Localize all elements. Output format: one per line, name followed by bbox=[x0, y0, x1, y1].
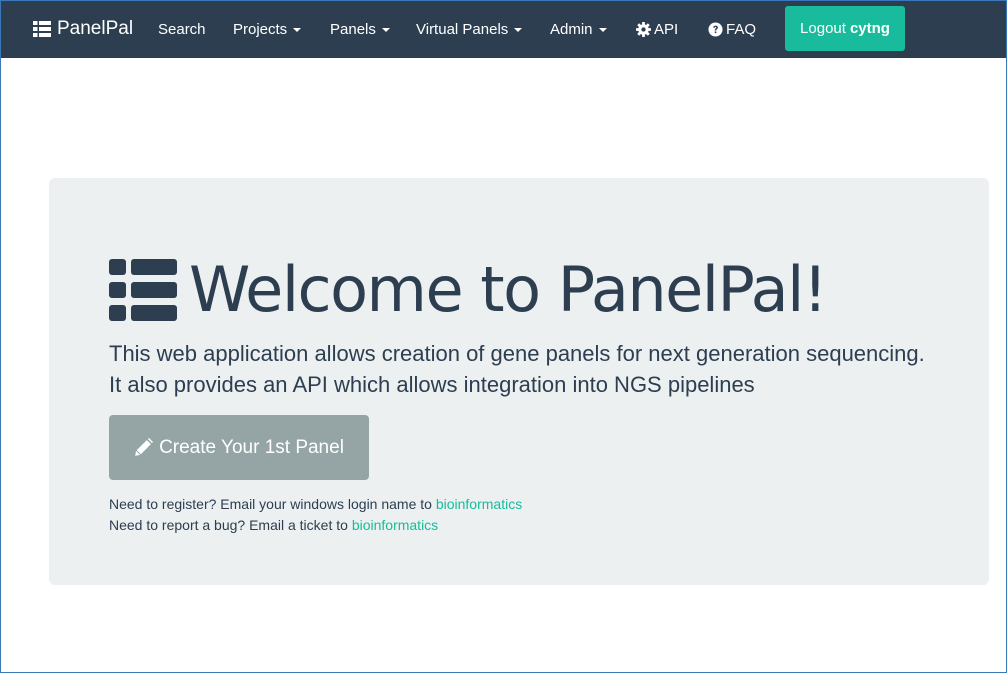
bug-note: Need to report a bug? Email a ticket to … bbox=[109, 517, 438, 533]
list-icon bbox=[33, 21, 51, 37]
pencil-icon bbox=[135, 438, 154, 456]
top-navbar: PanelPal Search Projects Panels Virtual … bbox=[0, 0, 1007, 58]
nav-virtual-panels-label: Virtual Panels bbox=[416, 20, 509, 38]
nav-api[interactable]: API bbox=[636, 0, 678, 58]
nav-admin-label: Admin bbox=[550, 20, 593, 38]
nav-panels-dropdown[interactable]: Panels bbox=[330, 0, 390, 58]
create-panel-button[interactable]: Create Your 1st Panel bbox=[109, 415, 369, 480]
register-note: Need to register? Email your windows log… bbox=[109, 496, 522, 512]
caret-down-icon bbox=[293, 28, 302, 32]
logout-button[interactable]: Logout cytng bbox=[785, 6, 905, 51]
caret-down-icon bbox=[381, 28, 390, 32]
nav-admin-dropdown[interactable]: Admin bbox=[550, 0, 607, 58]
logout-username: cytng bbox=[849, 20, 890, 37]
welcome-jumbotron: Welcome to PanelPal! This web applicatio… bbox=[49, 178, 989, 585]
caret-down-icon bbox=[514, 28, 523, 32]
nav-api-label: API bbox=[654, 20, 679, 38]
caret-down-icon bbox=[598, 28, 607, 32]
intro-text: This web application allows creation of … bbox=[109, 341, 925, 397]
nav-faq-label: FAQ bbox=[726, 20, 757, 38]
create-panel-label: Create Your 1st Panel bbox=[159, 436, 344, 458]
nav-virtual-panels-dropdown[interactable]: Virtual Panels bbox=[416, 0, 523, 58]
nav-faq[interactable]: FAQ bbox=[708, 0, 756, 58]
logout-label: Logout bbox=[800, 20, 846, 37]
gear-icon bbox=[636, 21, 651, 37]
bug-email-link[interactable]: bioinformatics bbox=[352, 517, 438, 533]
list-icon bbox=[109, 259, 177, 321]
nav-projects-label: Projects bbox=[233, 20, 288, 38]
register-email-link[interactable]: bioinformatics bbox=[436, 496, 522, 512]
question-circle-icon bbox=[708, 21, 723, 37]
register-note-text: Need to register? Email your windows log… bbox=[109, 496, 436, 512]
nav-search-label: Search bbox=[158, 20, 206, 38]
nav-projects-dropdown[interactable]: Projects bbox=[233, 0, 302, 58]
welcome-heading: Welcome to PanelPal! bbox=[189, 253, 828, 326]
brand-label: PanelPal bbox=[57, 18, 134, 39]
nav-panels-label: Panels bbox=[330, 20, 376, 38]
bug-note-text: Need to report a bug? Email a ticket to bbox=[109, 517, 352, 533]
page-title: Welcome to PanelPal! bbox=[109, 250, 828, 330]
nav-search[interactable]: Search bbox=[158, 0, 206, 58]
brand-link[interactable]: PanelPal bbox=[33, 0, 133, 58]
